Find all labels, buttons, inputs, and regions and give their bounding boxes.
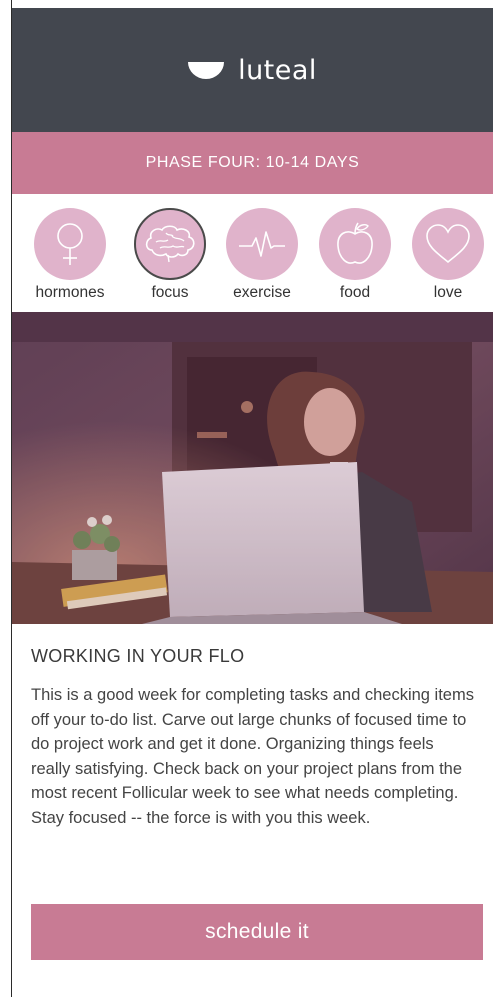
category-label: love bbox=[433, 284, 463, 301]
article-title: WORKING IN YOUR FLO bbox=[31, 646, 245, 666]
schedule-button[interactable]: schedule it bbox=[31, 904, 483, 960]
category-circle bbox=[226, 208, 298, 280]
category-label: focus bbox=[151, 284, 189, 301]
category-hormones[interactable]: hormones bbox=[25, 208, 115, 302]
phase-label: PHASE FOUR: 10-14 DAYS bbox=[145, 154, 360, 171]
app-title: luteal bbox=[238, 54, 317, 86]
article: WORKING IN YOUR FLO This is a good week … bbox=[12, 646, 493, 830]
category-circle-active bbox=[134, 208, 206, 280]
half-moon-icon bbox=[188, 61, 225, 79]
category-love[interactable]: love bbox=[403, 208, 493, 302]
category-exercise[interactable]: exercise bbox=[217, 208, 307, 302]
category-focus[interactable]: focus bbox=[125, 208, 215, 302]
article-body: This is a good week for completing tasks… bbox=[31, 686, 474, 827]
category-label: food bbox=[339, 284, 371, 301]
category-nav: hormones focus exercise food love bbox=[12, 194, 493, 312]
app-header: luteal bbox=[12, 8, 493, 132]
category-circle bbox=[412, 208, 484, 280]
category-circle bbox=[319, 208, 391, 280]
brain-icon bbox=[145, 225, 195, 263]
category-label: exercise bbox=[233, 284, 291, 301]
category-label: hormones bbox=[35, 284, 105, 301]
phase-banner: PHASE FOUR: 10-14 DAYS bbox=[12, 132, 493, 194]
hero-photo bbox=[12, 312, 493, 624]
category-circle bbox=[34, 208, 106, 280]
category-food[interactable]: food bbox=[310, 208, 400, 302]
heartbeat-icon bbox=[239, 231, 285, 257]
heart-icon bbox=[426, 224, 470, 264]
apple-icon bbox=[337, 222, 373, 264]
woman-working-on-laptop-photo bbox=[12, 312, 493, 624]
venus-icon bbox=[57, 223, 83, 265]
app-screen: luteal PHASE FOUR: 10-14 DAYS hormones f… bbox=[12, 8, 493, 997]
